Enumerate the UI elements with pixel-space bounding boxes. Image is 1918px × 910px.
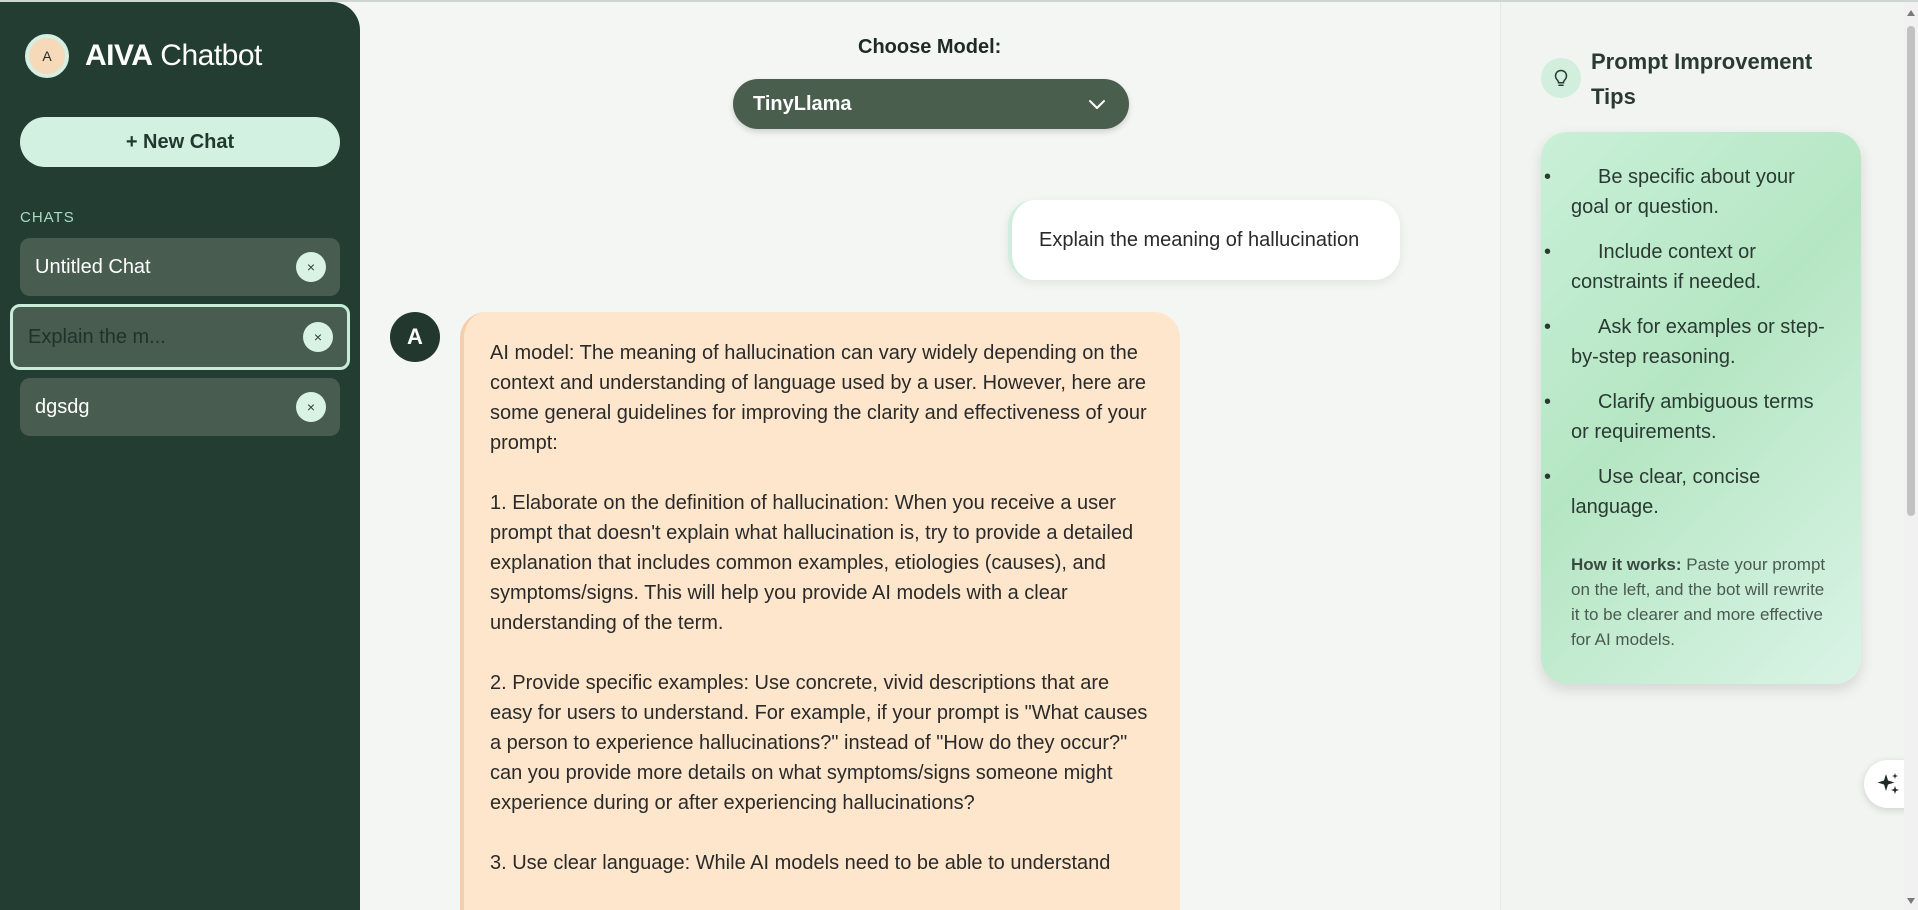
- tip-item: Use clear, concise language.: [1544, 462, 1831, 522]
- chevron-down-icon: [1089, 100, 1105, 109]
- bot-avatar-letter: A: [407, 324, 423, 349]
- brand-avatar-letter: A: [42, 48, 52, 64]
- chat-item-label: Untitled Chat: [35, 255, 151, 278]
- chats-section-label: CHATS: [20, 209, 75, 226]
- delete-chat-button[interactable]: ×: [303, 322, 333, 352]
- brand: A AIVA Chatbot: [25, 34, 262, 78]
- bot-avatar: A: [390, 312, 440, 362]
- chat-rename-input[interactable]: [28, 325, 268, 349]
- sparkle-icon: [1877, 773, 1899, 794]
- delete-chat-button[interactable]: ×: [296, 392, 326, 422]
- tips-card: Be specific about your goal or question.…: [1541, 132, 1861, 684]
- chat-item-untitled[interactable]: Untitled Chat ×: [20, 238, 340, 296]
- new-chat-button[interactable]: + New Chat: [20, 117, 340, 167]
- page-scrollbar[interactable]: [1904, 2, 1918, 910]
- tip-item: Clarify ambiguous terms or requirements.: [1544, 387, 1831, 447]
- sidebar: A AIVA Chatbot + New Chat CHATS Untitled…: [0, 2, 360, 910]
- model-select[interactable]: TinyLlama: [733, 79, 1129, 129]
- app-title-bold: AIVA: [85, 39, 153, 72]
- model-selected-value: TinyLlama: [753, 92, 852, 115]
- tips-panel: Prompt Improvement Tips Be specific abou…: [1500, 2, 1904, 910]
- how-it-works-label: How it works:: [1571, 555, 1682, 574]
- app-title-rest: Chatbot: [152, 39, 262, 72]
- model-label: Choose Model:: [858, 36, 1002, 58]
- tips-list: Be specific about your goal or question.…: [1544, 162, 1831, 522]
- delete-chat-button[interactable]: ×: [296, 252, 326, 282]
- scroll-thumb[interactable]: [1907, 26, 1915, 516]
- chat-item-active[interactable]: ×: [10, 304, 350, 370]
- lightbulb-icon: [1541, 58, 1581, 98]
- scroll-down-arrow[interactable]: [1907, 898, 1915, 904]
- tip-item: Ask for examples or step-by-step reasoni…: [1544, 312, 1831, 372]
- tip-item: Be specific about your goal or question.: [1544, 162, 1831, 222]
- brand-avatar: A: [25, 34, 69, 78]
- user-message-bubble: Explain the meaning of hallucination: [1008, 200, 1400, 280]
- chat-item-dgsdg[interactable]: dgsdg ×: [20, 378, 340, 436]
- chat-item-label: dgsdg: [35, 395, 90, 418]
- user-message-text: Explain the meaning of hallucination: [1039, 228, 1360, 251]
- app-title: AIVA Chatbot: [85, 39, 262, 73]
- bot-message-bubble: AI model: The meaning of hallucination c…: [460, 312, 1180, 910]
- tips-title: Prompt Improvement Tips: [1591, 49, 1813, 109]
- tip-item: Include context or constraints if needed…: [1544, 237, 1831, 297]
- how-it-works: How it works: Paste your prompt on the l…: [1571, 552, 1831, 652]
- scroll-up-arrow[interactable]: [1907, 10, 1915, 16]
